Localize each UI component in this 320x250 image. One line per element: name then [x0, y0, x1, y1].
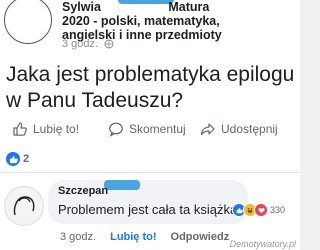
reaction-summary[interactable]: 2 [6, 152, 29, 166]
comment-reactions[interactable]: 330 [232, 203, 285, 217]
commenter-avatar[interactable] [4, 186, 44, 226]
comment-reply-button[interactable]: Odpowiedz [171, 231, 230, 243]
comment-author[interactable]: Szczepan [58, 185, 108, 197]
like-reaction-icon [6, 152, 20, 166]
audience-globe-icon [104, 39, 114, 49]
post-text: Jaka jest problematyka epilogu w Panu Ta… [6, 63, 295, 112]
comment-button[interactable]: Skomentuj [108, 121, 186, 137]
comment-footer: 3 godz. Lubię to! Odpowiedz [60, 231, 229, 243]
like-button[interactable]: Lubię to! [12, 121, 79, 137]
post-timestamp[interactable]: 3 godz. [62, 38, 114, 50]
comment-text: Problemem jest cała ta książka [58, 202, 238, 217]
blurred-commenter-name [104, 180, 140, 190]
watermark: Demotywatory.pl [229, 239, 296, 249]
post-action-bar: Lubię to! Skomentuj Udostępnij [0, 118, 300, 140]
comment-like-button[interactable]: Lubię to! [110, 231, 156, 243]
love-reaction-icon [254, 203, 268, 217]
post-author[interactable]: Sylwia Matura 2020 - polski, matematyka,… [62, 0, 292, 42]
divider [0, 172, 300, 173]
author-line-1: Sylwia Matura [62, 0, 210, 14]
sketch-face-icon [13, 196, 35, 216]
comment-timestamp[interactable]: 3 godz. [60, 231, 96, 243]
author-line-2: 2020 - polski, matematyka, [62, 14, 220, 28]
share-button[interactable]: Udostępnij [200, 121, 278, 137]
thumbs-up-icon [13, 122, 27, 136]
share-arrow-icon [200, 123, 215, 136]
comment-bubble-icon [109, 122, 123, 137]
